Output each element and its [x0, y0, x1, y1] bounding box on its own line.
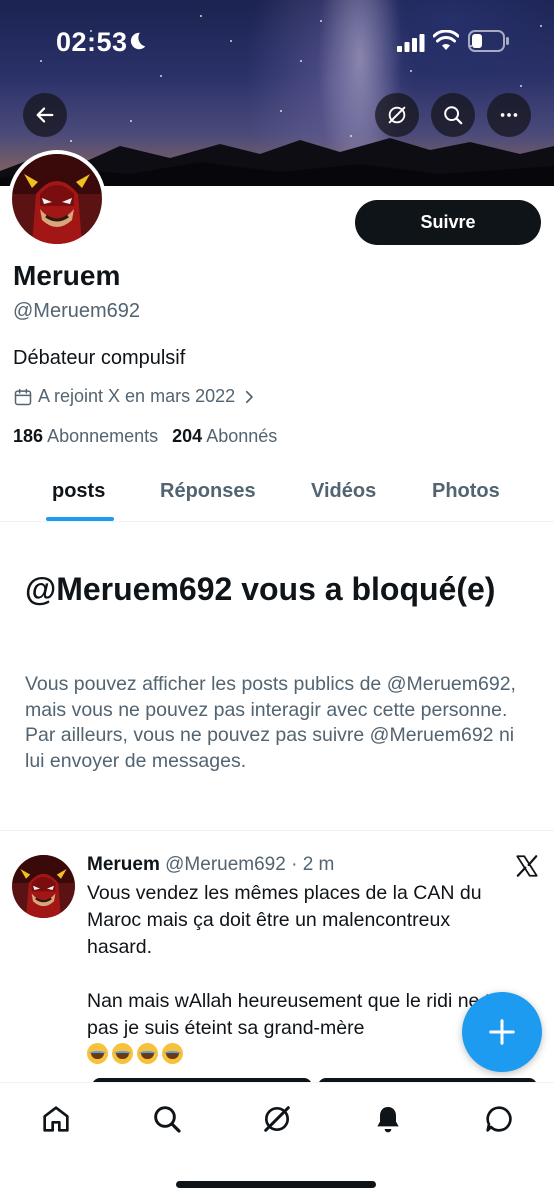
post-text-paragraph-2: Nan mais wAllah heureusement que le ridi…	[87, 990, 512, 1039]
post-text[interactable]: Vous vendez les mêmes places de la CAN d…	[87, 880, 519, 1070]
followers-count: 204	[172, 426, 203, 446]
back-button[interactable]	[23, 93, 67, 137]
battery-icon	[468, 30, 509, 52]
post-text-paragraph-1: Vous vendez les mêmes places de la CAN d…	[87, 882, 487, 958]
grok-icon	[264, 1106, 290, 1132]
joined-text: A rejoint X en mars 2022	[38, 386, 236, 406]
profile-bio: Débateur compulsif	[13, 347, 186, 369]
back-arrow-icon	[36, 107, 54, 123]
following-label: Abonnements	[47, 426, 159, 446]
tab-posts[interactable]: posts	[52, 480, 105, 503]
following-count: 186	[13, 426, 44, 446]
laughing-emoji-icon	[112, 1043, 133, 1064]
more-icon	[500, 113, 518, 117]
bottom-navigation	[0, 1082, 554, 1200]
follow-stats: 186 Abonnements 204 Abonnés	[13, 426, 277, 447]
joined-date[interactable]: A rejoint X en mars 2022	[13, 386, 258, 407]
laughing-emoji-icon	[87, 1043, 108, 1064]
home-indicator	[176, 1181, 376, 1188]
home-icon	[43, 1106, 69, 1132]
post-avatar[interactable]	[12, 855, 75, 918]
nav-messages[interactable]	[479, 1099, 519, 1139]
compose-post-button[interactable]	[462, 992, 542, 1072]
tab-replies[interactable]: Réponses	[160, 480, 256, 503]
followers-link[interactable]: 204 Abonnés	[172, 426, 277, 447]
nav-home[interactable]	[36, 1099, 76, 1139]
profile-tabs: posts Réponses Vidéos Photos	[0, 462, 554, 522]
search-icon	[444, 106, 463, 125]
x-logo-icon[interactable]	[514, 853, 540, 879]
status-bar: 02:53	[0, 0, 554, 80]
messages-icon	[486, 1106, 512, 1132]
moon-icon	[130, 32, 146, 50]
profile-handle: @Meruem692	[13, 300, 141, 322]
grok-button[interactable]	[375, 93, 419, 137]
tab-photos[interactable]: Photos	[432, 480, 500, 503]
avatar-image	[12, 154, 102, 244]
search-icon	[154, 1106, 181, 1133]
nav-search[interactable]	[147, 1099, 187, 1139]
nav-notifications[interactable]	[368, 1099, 408, 1139]
profile-avatar[interactable]	[8, 150, 106, 248]
wifi-icon	[433, 30, 459, 50]
profile-name: Meruem	[13, 260, 121, 291]
calendar-icon	[14, 388, 32, 405]
follow-button[interactable]: Suivre	[355, 200, 541, 245]
post-time[interactable]: · 2 m	[291, 854, 334, 875]
more-options-button[interactable]	[487, 93, 531, 137]
plus-icon	[489, 1019, 515, 1045]
laughing-emoji-icon	[137, 1043, 158, 1064]
search-button[interactable]	[431, 93, 475, 137]
divider	[0, 830, 554, 831]
blocked-description: Vous pouvez afficher les posts publics d…	[25, 673, 516, 772]
laughing-emoji-icon	[162, 1043, 183, 1064]
notifications-bell-icon	[377, 1107, 399, 1133]
post-author-name[interactable]: Meruem	[87, 854, 160, 875]
chevron-right-icon	[246, 390, 253, 403]
blocked-title: @Meruem692 vous a bloqué(e)	[25, 571, 496, 607]
active-tab-indicator	[46, 517, 114, 521]
post-header: Meruem @Meruem692 · 2 m	[87, 854, 334, 876]
nav-grok[interactable]	[257, 1099, 297, 1139]
followers-label: Abonnés	[206, 426, 278, 446]
tab-videos[interactable]: Vidéos	[311, 480, 376, 503]
status-time: 02:53	[56, 27, 128, 57]
following-link[interactable]: 186 Abonnements	[13, 426, 158, 447]
post-author-handle[interactable]: @Meruem692	[165, 854, 286, 875]
cellular-signal-icon	[397, 34, 425, 52]
grok-icon	[388, 106, 406, 124]
